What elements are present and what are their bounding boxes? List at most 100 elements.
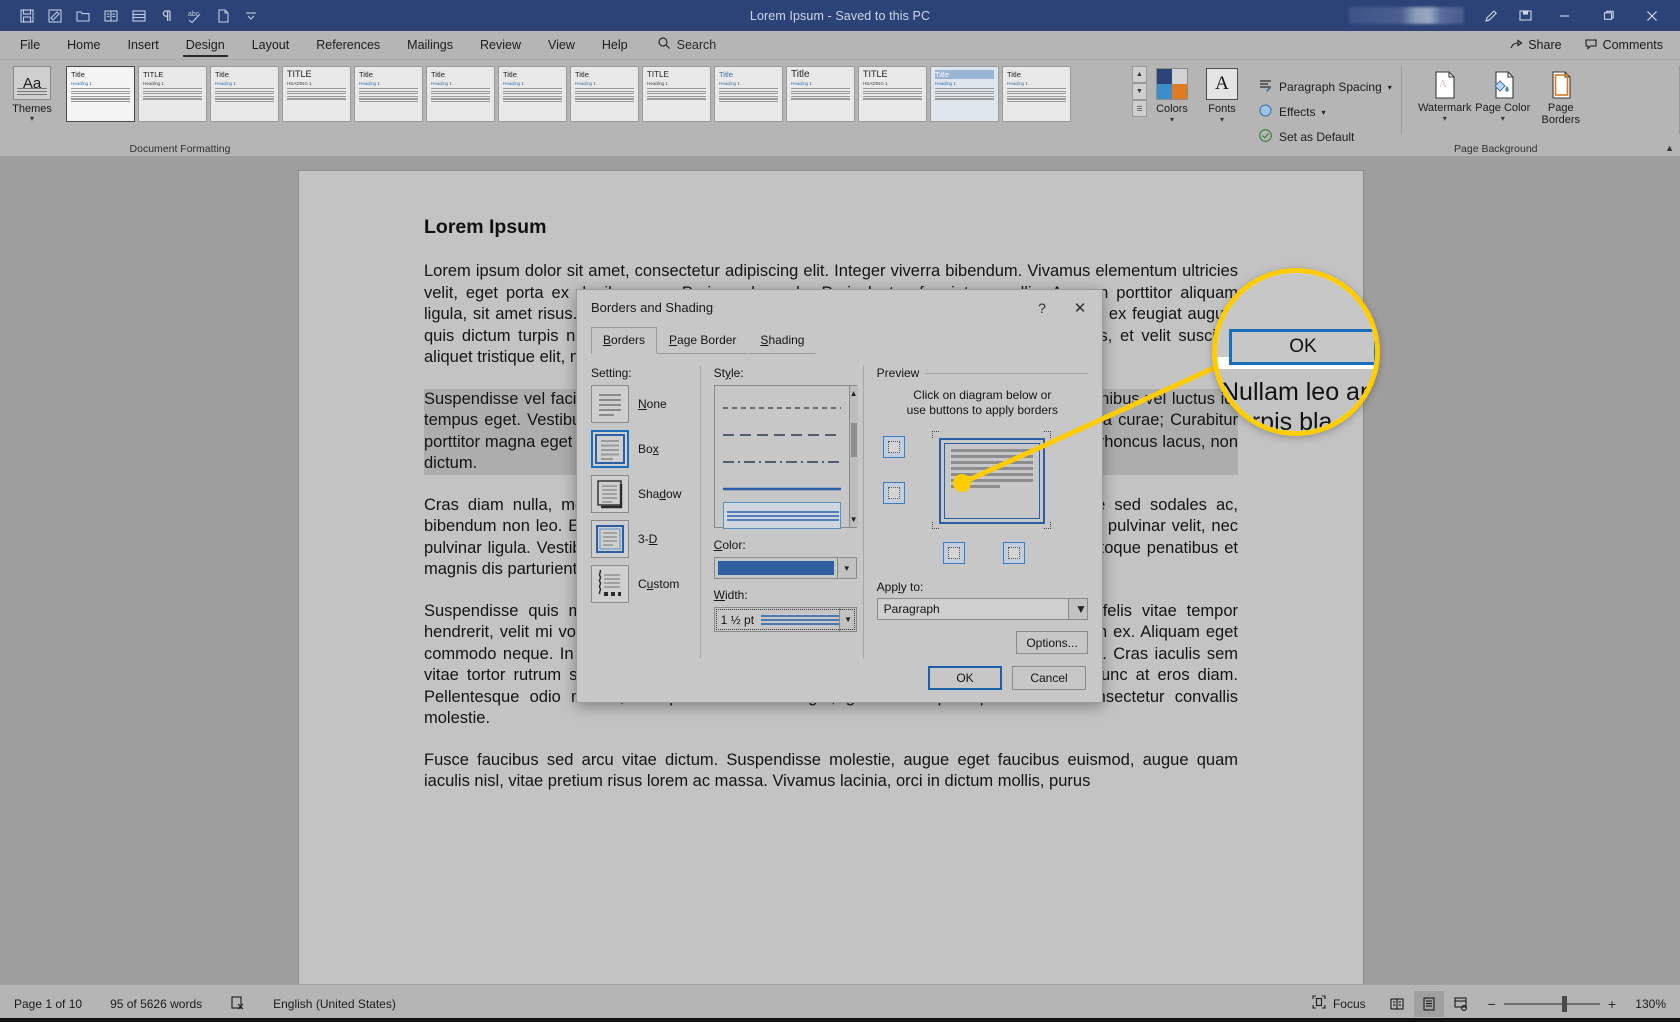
style-item-dashed-fine[interactable] [722, 394, 841, 421]
themes-button[interactable]: Aa Themes ▾ [4, 60, 60, 123]
preview-document-box[interactable] [938, 438, 1045, 524]
page-color-button[interactable]: Page Color ▾ [1474, 60, 1532, 126]
style-list-scrollbar[interactable]: ▲ ▼ [848, 386, 858, 527]
minimize-button[interactable] [1542, 0, 1586, 31]
new-doc-icon[interactable] [210, 4, 236, 28]
style-set-gallery[interactable]: Title Heading 1 TITLE Heading 1 Title He… [60, 60, 1132, 123]
set-as-default-button[interactable]: Set as Default [1255, 127, 1395, 147]
zoom-thumb[interactable] [1561, 995, 1567, 1012]
setting-option-3d[interactable]: 3-D [591, 520, 695, 558]
style-item-dash-dot[interactable] [722, 448, 841, 475]
fonts-button[interactable]: A Fonts ▾ [1197, 60, 1247, 156]
setting-option-custom[interactable]: Custom [591, 565, 695, 603]
scrollbar-thumb[interactable] [850, 423, 857, 457]
chevron-down-icon[interactable]: ▾ [1388, 83, 1392, 92]
style-set-thumb[interactable]: Title Heading 1 [210, 66, 279, 122]
tab-references[interactable]: References [304, 34, 392, 56]
style-set-thumb[interactable]: Title Heading 1 [498, 66, 567, 122]
setting-option-shadow[interactable]: Shadow [591, 475, 695, 513]
style-set-thumb[interactable]: TITLE HEADING 1 [282, 66, 351, 122]
chevron-down-icon[interactable]: ▾ [1170, 115, 1174, 124]
tab-home[interactable]: Home [55, 34, 112, 56]
gallery-expand-icon[interactable]: ☰ [1132, 100, 1147, 117]
style-item-solid-thick[interactable] [722, 475, 841, 502]
paragraph-mark-icon[interactable] [154, 4, 180, 28]
style-set-thumb[interactable]: TITLE Heading 1 [642, 66, 711, 122]
cancel-button[interactable]: Cancel [1012, 666, 1086, 690]
help-icon[interactable]: ? [1026, 290, 1058, 325]
tab-design[interactable]: Design [174, 34, 237, 57]
draw-pen-icon[interactable] [1474, 0, 1508, 31]
chevron-down-icon[interactable]: ▾ [1501, 114, 1505, 123]
search-box[interactable]: Search [657, 36, 716, 55]
chevron-down-icon[interactable]: ▾ [1321, 108, 1325, 117]
preview-right-border-button[interactable] [1002, 542, 1025, 564]
zoom-slider[interactable]: − + [1488, 995, 1616, 1012]
options-button[interactable]: Options... [1016, 631, 1088, 654]
style-item-dashed-long[interactable] [722, 421, 841, 448]
ok-button[interactable]: OK [928, 666, 1002, 690]
print-layout-view-button[interactable] [1413, 990, 1444, 1017]
zoom-track[interactable] [1503, 995, 1600, 1012]
comments-button[interactable]: Comments [1575, 33, 1672, 58]
save-icon[interactable] [14, 4, 40, 28]
style-item-triple-line[interactable] [722, 502, 841, 529]
chevron-down-icon[interactable]: ▾ [1443, 114, 1447, 123]
width-dropdown[interactable]: 1 ½ pt ▼ [713, 607, 857, 632]
word-count[interactable]: 95 of 5626 words [96, 997, 216, 1011]
tab-review[interactable]: Review [468, 34, 533, 56]
language-indicator[interactable]: English (United States) [259, 997, 410, 1011]
preview-diagram[interactable] [877, 424, 1088, 574]
dialog-tab-page-border[interactable]: Page Border [657, 327, 749, 354]
chevron-down-icon[interactable]: ▼ [839, 608, 856, 631]
web-layout-view-button[interactable] [1446, 991, 1476, 1017]
borders-and-shading-dialog[interactable]: Borders and Shading ? ✕ Borders Page Bor… [576, 289, 1103, 703]
zoom-in-button[interactable]: + [1608, 996, 1616, 1012]
color-dropdown[interactable]: ▼ [713, 557, 857, 579]
tab-layout[interactable]: Layout [240, 34, 302, 56]
customize-qat-icon[interactable] [238, 4, 264, 28]
zoom-level[interactable]: 130% [1628, 997, 1666, 1011]
chevron-down-icon[interactable]: ▾ [30, 115, 34, 123]
style-set-thumb[interactable]: Title Heading 1 [930, 66, 999, 122]
preview-bottom-border-button[interactable] [942, 542, 965, 564]
page-borders-button[interactable]: Page Borders [1532, 60, 1590, 126]
read-mode-icon[interactable] [98, 4, 124, 28]
print-layout-icon[interactable] [126, 4, 152, 28]
preview-top-border-button[interactable] [882, 436, 905, 458]
tab-view[interactable]: View [536, 34, 587, 56]
watermark-button[interactable]: A Watermark ▾ [1416, 60, 1474, 126]
style-set-thumb[interactable]: Title Heading 1 [66, 66, 135, 122]
style-set-thumb[interactable]: TITLE HEADING 1 [858, 66, 927, 122]
style-set-thumb[interactable]: Title Heading 1 [354, 66, 423, 122]
colors-button[interactable]: Colors ▾ [1147, 60, 1197, 156]
style-set-thumb[interactable]: Title Heading 1 [714, 66, 783, 122]
chevron-down-icon[interactable]: ▼ [1068, 599, 1087, 619]
page-indicator[interactable]: Page 1 of 10 [0, 997, 96, 1011]
apply-to-dropdown[interactable]: Paragraph ▼ [876, 598, 1088, 620]
focus-mode-button[interactable]: Focus [1298, 995, 1380, 1012]
read-mode-view-button[interactable] [1382, 991, 1412, 1017]
gallery-scroll-up-icon[interactable]: ▲ [1132, 66, 1147, 83]
zoom-out-button[interactable]: − [1488, 996, 1496, 1012]
dialog-close-button[interactable]: ✕ [1058, 290, 1102, 325]
tab-file[interactable]: File [8, 34, 52, 56]
style-set-thumb[interactable]: Title Heading 1 [570, 66, 639, 122]
proofing-status[interactable] [216, 995, 259, 1013]
style-set-thumb[interactable]: Title Heading 1 [786, 66, 855, 122]
setting-option-box[interactable]: Box [591, 430, 695, 468]
restore-button[interactable] [1586, 0, 1630, 31]
style-list[interactable]: ▲ ▼ [713, 385, 858, 529]
style-set-thumb[interactable]: Title Heading 1 [1002, 66, 1071, 122]
scroll-down-icon[interactable]: ▼ [850, 512, 858, 527]
tab-help[interactable]: Help [590, 34, 640, 56]
paragraph-spacing-button[interactable]: Paragraph Spacing ▾ [1255, 77, 1395, 97]
chevron-down-icon[interactable]: ▼ [836, 558, 856, 578]
gallery-scroll-buttons[interactable]: ▲ ▼ ☰ [1132, 60, 1147, 123]
gallery-scroll-down-icon[interactable]: ▼ [1132, 83, 1147, 100]
share-button[interactable]: Share [1500, 33, 1570, 58]
tab-mailings[interactable]: Mailings [395, 34, 465, 56]
tab-insert[interactable]: Insert [116, 34, 171, 56]
collapse-ribbon-icon[interactable]: ▲ [1665, 143, 1674, 153]
dialog-tab-shading[interactable]: Shading [748, 327, 817, 354]
